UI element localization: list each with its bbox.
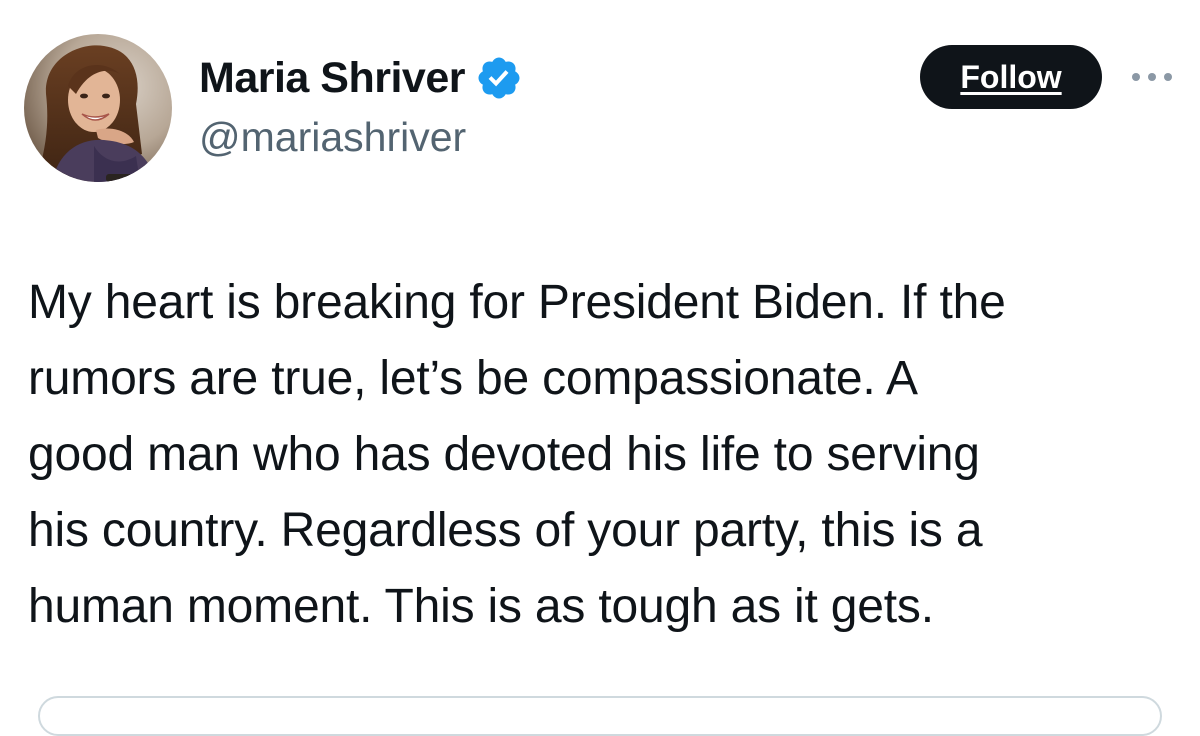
tweet-text-line: his country. Regardless of your party, t… [28, 504, 983, 557]
tweet-text-line: rumors are true, let’s be compassionate.… [28, 352, 918, 405]
more-options-icon[interactable] [1128, 60, 1176, 94]
author-handle[interactable]: @mariashriver [199, 114, 466, 161]
author-name-row: Maria Shriver [199, 50, 523, 106]
follow-button[interactable]: Follow [920, 45, 1102, 109]
verified-badge-icon[interactable] [475, 54, 523, 102]
profile-photo [24, 34, 172, 182]
author-display-name[interactable]: Maria Shriver [199, 54, 465, 103]
embedded-card-edge[interactable] [38, 696, 1162, 736]
tweet-card: Maria Shriver @mariashriver Follow My he… [0, 0, 1200, 736]
tweet-text: My heart is breaking for President Biden… [28, 265, 1188, 645]
tweet-text-line: good man who has devoted his life to ser… [28, 428, 980, 481]
tweet-text-line: My heart is breaking for President Biden… [28, 276, 1006, 329]
tweet-text-line: human moment. This is as tough as it get… [28, 580, 934, 633]
avatar[interactable] [24, 34, 172, 182]
